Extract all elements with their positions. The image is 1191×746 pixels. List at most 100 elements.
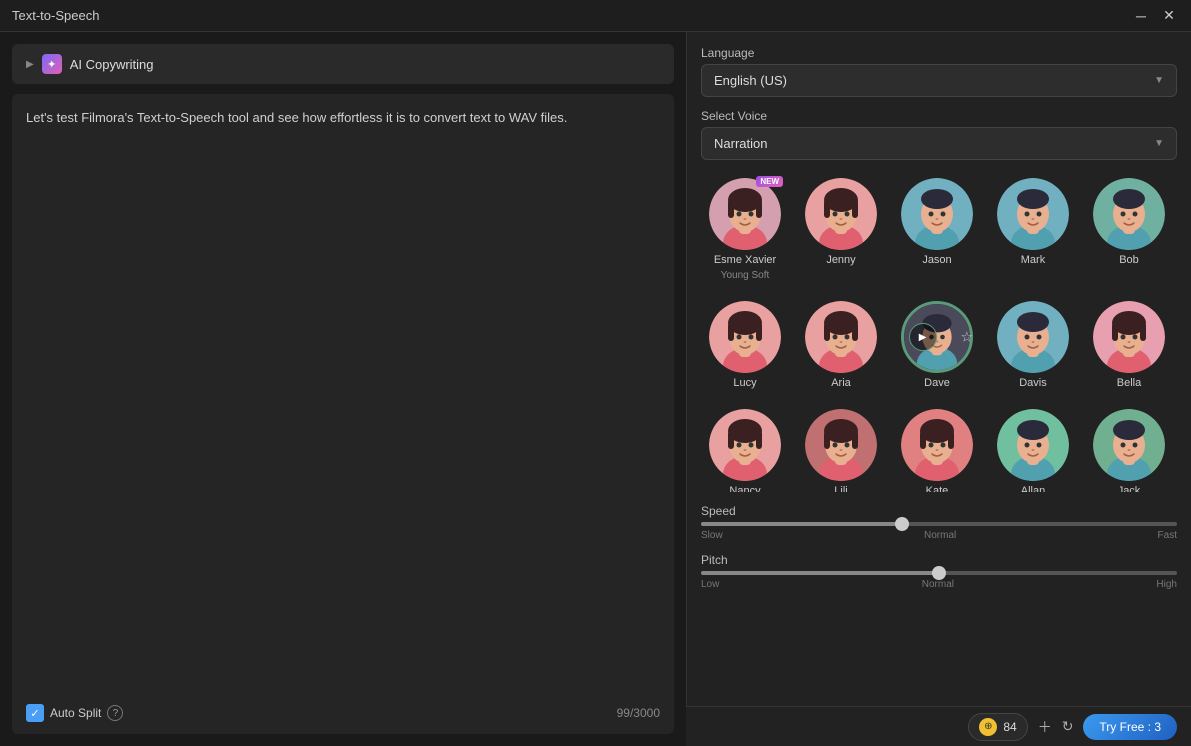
voice-name: Aria bbox=[831, 377, 851, 389]
language-value: English (US) bbox=[714, 73, 787, 88]
play-icon: ▶ bbox=[909, 323, 937, 351]
close-button[interactable]: ✕ bbox=[1159, 6, 1179, 26]
speed-min-label: Slow bbox=[701, 530, 723, 541]
voice-name: Bella bbox=[1117, 377, 1141, 389]
voice-avatar-davis bbox=[997, 301, 1069, 373]
voice-avatar-jenny bbox=[805, 178, 877, 250]
window-controls: ─ ✕ bbox=[1131, 6, 1179, 26]
ai-copywriting-label: AI Copywriting bbox=[70, 57, 154, 72]
pitch-max-label: High bbox=[1156, 579, 1177, 590]
text-area-container: Let's test Filmora's Text-to-Speech tool… bbox=[12, 94, 674, 734]
voice-card-jack[interactable]: Jack bbox=[1085, 403, 1173, 492]
minimize-button[interactable]: ─ bbox=[1131, 6, 1151, 26]
speed-label: Speed bbox=[701, 504, 1177, 518]
add-credits-button[interactable]: ＋ bbox=[1038, 717, 1052, 737]
voice-name: Lili bbox=[834, 485, 847, 492]
voice-card-lili[interactable]: Lili bbox=[797, 403, 885, 492]
voice-select-label: Select Voice bbox=[701, 109, 1177, 123]
speed-markers: Slow Normal Fast bbox=[701, 530, 1177, 541]
window-title: Text-to-Speech bbox=[12, 8, 99, 23]
voice-card-dave[interactable]: ▶☆Dave bbox=[893, 295, 981, 395]
voice-avatar-bella bbox=[1093, 301, 1165, 373]
voice-name: Lucy bbox=[733, 377, 756, 389]
pitch-section: Pitch Low Normal High bbox=[701, 553, 1177, 590]
credit-coin-icon: ⊕ bbox=[979, 718, 997, 736]
voice-avatar-kate bbox=[901, 409, 973, 481]
language-dropdown-arrow-icon: ▼ bbox=[1154, 75, 1164, 86]
bottom-bar: ⊕ 84 ＋ ↻ Try Free : 3 bbox=[686, 706, 1191, 746]
voice-avatar-mark bbox=[997, 178, 1069, 250]
voice-type-dropdown[interactable]: Narration ▼ bbox=[701, 127, 1177, 160]
left-panel: ▶ ✦ AI Copywriting Let's test Filmora's … bbox=[0, 32, 686, 746]
voice-avatar-jason bbox=[901, 178, 973, 250]
pitch-label: Pitch bbox=[701, 553, 1177, 567]
voice-card-lucy[interactable]: Lucy bbox=[701, 295, 789, 395]
language-label: Language bbox=[701, 46, 1177, 60]
voice-card-jenny[interactable]: Jenny bbox=[797, 172, 885, 287]
voice-card-esme-xavier[interactable]: NEW Esme Xavier Young Soft bbox=[701, 172, 789, 287]
new-badge: NEW bbox=[756, 176, 783, 187]
speed-mid-label: Normal bbox=[924, 530, 956, 541]
voice-dropdown-arrow-icon: ▼ bbox=[1154, 138, 1164, 149]
voice-name: Nancy bbox=[729, 485, 760, 492]
pitch-markers: Low Normal High bbox=[701, 579, 1177, 590]
language-dropdown[interactable]: English (US) ▼ bbox=[701, 64, 1177, 97]
main-content: ▶ ✦ AI Copywriting Let's test Filmora's … bbox=[0, 32, 1191, 746]
voice-avatar-nancy bbox=[709, 409, 781, 481]
expand-chevron-icon: ▶ bbox=[26, 59, 34, 70]
voice-card-nancy[interactable]: Nancy bbox=[701, 403, 789, 492]
pitch-slider[interactable] bbox=[701, 571, 1177, 575]
voice-card-aria[interactable]: Aria bbox=[797, 295, 885, 395]
voice-grid-scroll[interactable]: NEW Esme Xavier Young Soft Jenny bbox=[701, 172, 1177, 492]
voice-avatar-lili bbox=[805, 409, 877, 481]
voice-type-value: Narration bbox=[714, 136, 767, 151]
voice-name: Dave bbox=[924, 377, 950, 389]
right-panel: Language English (US) ▼ Select Voice Nar… bbox=[686, 32, 1191, 746]
voice-avatar-lucy bbox=[709, 301, 781, 373]
voice-avatar-esme-xavier: NEW bbox=[709, 178, 781, 250]
voice-avatar-jack bbox=[1093, 409, 1165, 481]
char-count: 99/3000 bbox=[617, 706, 660, 720]
voice-card-bella[interactable]: Bella bbox=[1085, 295, 1173, 395]
voice-name: Mark bbox=[1021, 254, 1045, 266]
auto-split-checkbox[interactable]: ✓ bbox=[26, 704, 44, 722]
help-icon[interactable]: ? bbox=[107, 705, 123, 721]
voice-name: Jason bbox=[922, 254, 951, 266]
voice-card-kate[interactable]: Kate bbox=[893, 403, 981, 492]
text-area-footer: ✓ Auto Split ? 99/3000 bbox=[26, 704, 660, 722]
try-free-button[interactable]: Try Free : 3 bbox=[1083, 714, 1177, 740]
voice-name: Davis bbox=[1019, 377, 1047, 389]
speed-section: Speed Slow Normal Fast bbox=[701, 504, 1177, 541]
pitch-mid-label: Normal bbox=[922, 579, 954, 590]
voice-avatar-bob bbox=[1093, 178, 1165, 250]
text-input-content[interactable]: Let's test Filmora's Text-to-Speech tool… bbox=[26, 108, 660, 129]
voice-avatar-allan bbox=[997, 409, 1069, 481]
voice-avatar-aria bbox=[805, 301, 877, 373]
voice-card-davis[interactable]: Davis bbox=[989, 295, 1077, 395]
voice-section: Select Voice Narration ▼ bbox=[701, 109, 1177, 160]
voice-grid: NEW Esme Xavier Young Soft Jenny bbox=[701, 172, 1177, 492]
auto-split-label: Auto Split bbox=[50, 706, 101, 720]
voice-subtitle: Young Soft bbox=[721, 270, 770, 281]
voice-name: Allan bbox=[1021, 485, 1045, 492]
refresh-button[interactable]: ↻ bbox=[1062, 718, 1074, 735]
voice-card-mark[interactable]: Mark bbox=[989, 172, 1077, 287]
credit-count: 84 bbox=[1003, 720, 1016, 734]
star-icon: ☆ bbox=[960, 329, 973, 346]
voice-card-jason[interactable]: Jason bbox=[893, 172, 981, 287]
speed-max-label: Fast bbox=[1158, 530, 1177, 541]
voice-name: Kate bbox=[926, 485, 949, 492]
voice-card-allan[interactable]: Allan bbox=[989, 403, 1077, 492]
speed-slider[interactable] bbox=[701, 522, 1177, 526]
voice-name: Jenny bbox=[826, 254, 855, 266]
auto-split-group: ✓ Auto Split ? bbox=[26, 704, 123, 722]
title-bar: Text-to-Speech ─ ✕ bbox=[0, 0, 1191, 32]
voice-name: Esme Xavier bbox=[714, 254, 776, 266]
voice-avatar-dave: ▶☆ bbox=[901, 301, 973, 373]
voice-card-bob[interactable]: Bob bbox=[1085, 172, 1173, 287]
voice-name: Jack bbox=[1118, 485, 1141, 492]
pitch-min-label: Low bbox=[701, 579, 719, 590]
credits-button[interactable]: ⊕ 84 bbox=[968, 713, 1027, 741]
ai-copywriting-bar[interactable]: ▶ ✦ AI Copywriting bbox=[12, 44, 674, 84]
ai-icon: ✦ bbox=[42, 54, 62, 74]
